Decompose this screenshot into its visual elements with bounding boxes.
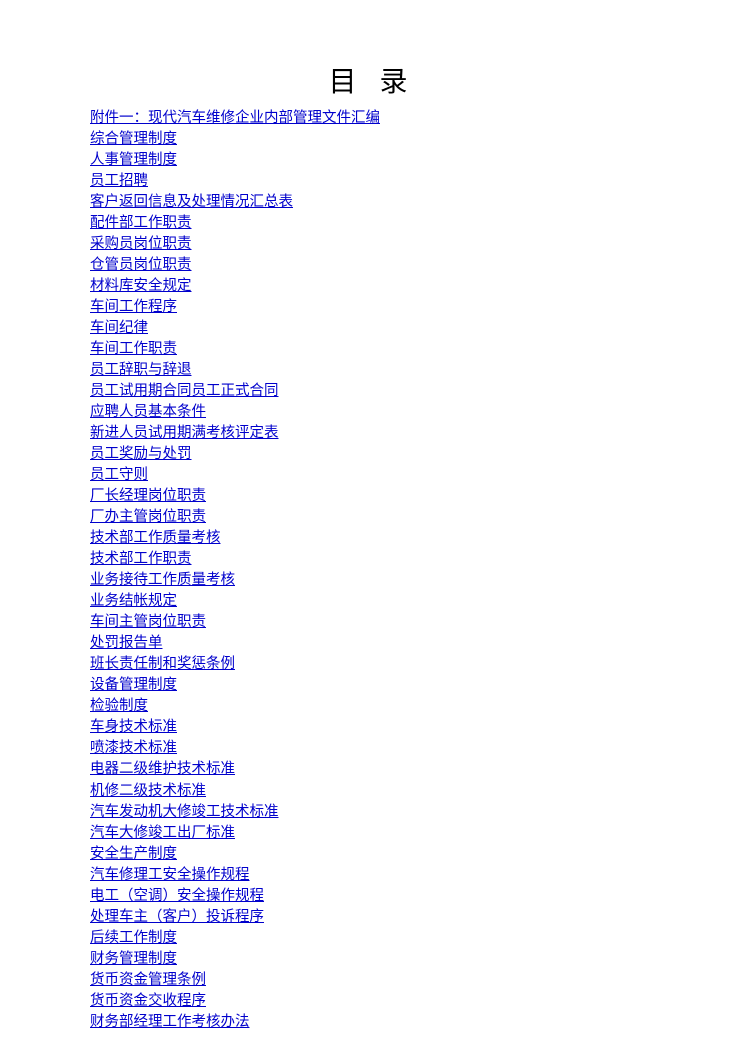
toc-item: 车间纪律 <box>90 318 654 339</box>
toc-item: 汽车修理工安全操作规程 <box>90 865 654 886</box>
page-title: 目 录 <box>90 60 654 100</box>
toc-item: 配件部工作职责 <box>90 213 654 234</box>
toc-item: 员工守则 <box>90 465 654 486</box>
toc-item: 应聘人员基本条件 <box>90 402 654 423</box>
toc-item: 采购员岗位职责 <box>90 234 654 255</box>
toc-link[interactable]: 客户返回信息及处理情况汇总表 <box>90 194 293 210</box>
toc-link[interactable]: 汽车发动机大修竣工技术标准 <box>90 804 279 820</box>
toc-link[interactable]: 货币资金交收程序 <box>90 993 206 1009</box>
toc-item: 技术部工作职责 <box>90 549 654 570</box>
toc-item: 电器二级维护技术标准 <box>90 759 654 780</box>
toc-item: 厂办主管岗位职责 <box>90 507 654 528</box>
toc-link[interactable]: 业务接待工作质量考核 <box>90 572 235 588</box>
toc-item: 货币资金管理条例 <box>90 970 654 991</box>
toc-item: 后续工作制度 <box>90 928 654 949</box>
toc-item: 车间主管岗位职责 <box>90 612 654 633</box>
toc-link[interactable]: 财务管理制度 <box>90 951 177 967</box>
toc-item: 新进人员试用期满考核评定表 <box>90 423 654 444</box>
toc-item: 材料库安全规定 <box>90 276 654 297</box>
toc-link[interactable]: 电工（空调）安全操作规程 <box>90 888 264 904</box>
toc-item: 安全生产制度 <box>90 844 654 865</box>
toc-item: 机修二级技术标准 <box>90 781 654 802</box>
toc-link[interactable]: 新进人员试用期满考核评定表 <box>90 425 279 441</box>
toc-link[interactable]: 车身技术标准 <box>90 719 177 735</box>
toc-link[interactable]: 财务部经理工作考核办法 <box>90 1014 250 1030</box>
toc-link[interactable]: 货币资金管理条例 <box>90 972 206 988</box>
toc-link[interactable]: 车间工作职责 <box>90 341 177 357</box>
toc-link[interactable]: 厂长经理岗位职责 <box>90 488 206 504</box>
toc-link[interactable]: 配件部工作职责 <box>90 215 192 231</box>
toc-link[interactable]: 后续工作制度 <box>90 930 177 946</box>
toc-link[interactable]: 仓管员岗位职责 <box>90 257 192 273</box>
toc-link[interactable]: 员工奖励与处罚 <box>90 446 192 462</box>
toc-link[interactable]: 员工招聘 <box>90 173 148 189</box>
toc-link[interactable]: 附件一：现代汽车维修企业内部管理文件汇编 <box>90 110 380 126</box>
toc-link[interactable]: 喷漆技术标准 <box>90 740 177 756</box>
toc-link[interactable]: 技术部工作职责 <box>90 551 192 567</box>
toc-link[interactable]: 检验制度 <box>90 698 148 714</box>
toc-item: 车身技术标准 <box>90 717 654 738</box>
toc-link[interactable]: 材料库安全规定 <box>90 278 192 294</box>
toc-item: 处理车主（客户）投诉程序 <box>90 907 654 928</box>
toc-item: 汽车发动机大修竣工技术标准 <box>90 802 654 823</box>
toc-link[interactable]: 机修二级技术标准 <box>90 783 206 799</box>
toc-link[interactable]: 应聘人员基本条件 <box>90 404 206 420</box>
toc-item: 车间工作程序 <box>90 297 654 318</box>
toc-link[interactable]: 厂办主管岗位职责 <box>90 509 206 525</box>
toc-link[interactable]: 员工试用期合同员工正式合同 <box>90 383 279 399</box>
toc-link[interactable]: 安全生产制度 <box>90 846 177 862</box>
toc-item: 综合管理制度 <box>90 129 654 150</box>
toc-item: 人事管理制度 <box>90 150 654 171</box>
toc-link[interactable]: 处理车主（客户）投诉程序 <box>90 909 264 925</box>
toc-item: 客户返回信息及处理情况汇总表 <box>90 192 654 213</box>
toc-item: 业务接待工作质量考核 <box>90 570 654 591</box>
toc-list: 附件一：现代汽车维修企业内部管理文件汇编综合管理制度人事管理制度员工招聘客户返回… <box>90 108 654 1033</box>
toc-link[interactable]: 技术部工作质量考核 <box>90 530 221 546</box>
toc-item: 仓管员岗位职责 <box>90 255 654 276</box>
toc-item: 喷漆技术标准 <box>90 738 654 759</box>
toc-item: 附件一：现代汽车维修企业内部管理文件汇编 <box>90 108 654 129</box>
toc-link[interactable]: 员工辞职与辞退 <box>90 362 192 378</box>
toc-item: 技术部工作质量考核 <box>90 528 654 549</box>
toc-item: 检验制度 <box>90 696 654 717</box>
toc-link[interactable]: 车间工作程序 <box>90 299 177 315</box>
toc-item: 财务部经理工作考核办法 <box>90 1012 654 1033</box>
toc-link[interactable]: 班长责任制和奖惩条例 <box>90 656 235 672</box>
toc-link[interactable]: 设备管理制度 <box>90 677 177 693</box>
toc-item: 业务结帐规定 <box>90 591 654 612</box>
toc-item: 员工辞职与辞退 <box>90 360 654 381</box>
toc-item: 员工试用期合同员工正式合同 <box>90 381 654 402</box>
toc-item: 电工（空调）安全操作规程 <box>90 886 654 907</box>
toc-link[interactable]: 汽车大修竣工出厂标准 <box>90 825 235 841</box>
toc-link[interactable]: 车间主管岗位职责 <box>90 614 206 630</box>
toc-link[interactable]: 员工守则 <box>90 467 148 483</box>
toc-link[interactable]: 车间纪律 <box>90 320 148 336</box>
toc-link[interactable]: 处罚报告单 <box>90 635 163 651</box>
toc-item: 处罚报告单 <box>90 633 654 654</box>
toc-link[interactable]: 综合管理制度 <box>90 131 177 147</box>
toc-link[interactable]: 电器二级维护技术标准 <box>90 761 235 777</box>
toc-item: 汽车大修竣工出厂标准 <box>90 823 654 844</box>
toc-link[interactable]: 人事管理制度 <box>90 152 177 168</box>
toc-item: 员工奖励与处罚 <box>90 444 654 465</box>
toc-item: 班长责任制和奖惩条例 <box>90 654 654 675</box>
toc-link[interactable]: 采购员岗位职责 <box>90 236 192 252</box>
toc-item: 货币资金交收程序 <box>90 991 654 1012</box>
toc-item: 车间工作职责 <box>90 339 654 360</box>
toc-link[interactable]: 汽车修理工安全操作规程 <box>90 867 250 883</box>
toc-link[interactable]: 业务结帐规定 <box>90 593 177 609</box>
toc-item: 厂长经理岗位职责 <box>90 486 654 507</box>
toc-item: 财务管理制度 <box>90 949 654 970</box>
toc-item: 设备管理制度 <box>90 675 654 696</box>
toc-item: 员工招聘 <box>90 171 654 192</box>
